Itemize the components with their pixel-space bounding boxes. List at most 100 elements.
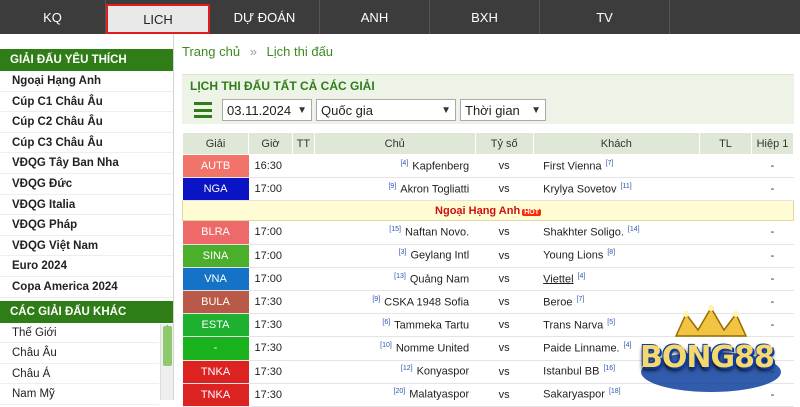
sidebar-item-ngoai-hang-anh[interactable]: Ngoại Hạng Anh: [0, 71, 173, 92]
tab-extra[interactable]: [670, 0, 800, 34]
away-rank: [16]: [603, 365, 616, 373]
away-team[interactable]: Young Lions [8]: [533, 244, 700, 268]
col-half1: Hiệp 1: [751, 132, 794, 155]
hot-league-row[interactable]: Ngoại Hạng Anh HOT: [182, 200, 794, 222]
away-team[interactable]: Krylya Sovetov [11]: [533, 177, 700, 202]
home-team-name[interactable]: Naftan Novo.: [405, 227, 469, 239]
home-team[interactable]: [9] Akron Togliatti: [314, 177, 476, 202]
half-time-score: -: [751, 177, 794, 202]
tab-du-doan[interactable]: DỰ ĐOÁN: [210, 0, 320, 34]
home-rank: [15]: [389, 226, 401, 234]
sidebar-item-chau-a[interactable]: Châu Á: [0, 364, 159, 385]
home-team-name[interactable]: Malatyaspor: [409, 389, 469, 401]
table-row[interactable]: BLRA 17:00 [15] Naftan Novo. vs Shakhter Soli…: [182, 220, 794, 245]
home-team-name[interactable]: Quảng Nam: [410, 273, 469, 285]
table-row[interactable]: AUTB 16:30 [4] Kapfenberg vs First Vienna [7] -: [182, 154, 794, 179]
sidebar-item-vdqg-italia[interactable]: VĐQG Italia: [0, 195, 173, 216]
away-team-name[interactable]: First Vienna: [543, 160, 602, 172]
table-row[interactable]: VNA 17:00 [13] Quảng Nam vs Viettel [4] -: [182, 267, 794, 291]
away-team-name[interactable]: Paide Linname.: [543, 343, 619, 355]
home-team-name[interactable]: Konyaspor: [417, 366, 470, 378]
hot-section: Ngoại Hạng Anh HOT: [182, 200, 794, 222]
scrollbar-thumb[interactable]: [163, 326, 172, 366]
table-row[interactable]: NGA 17:00 [9] Akron Togliatti vs Krylya Sovet…: [182, 177, 794, 202]
away-team[interactable]: Viettel [4]: [533, 267, 700, 291]
home-team[interactable]: [9] CSKA 1948 Sofia: [314, 290, 476, 315]
date-select[interactable]: 03.11.2024 ▼: [222, 99, 312, 121]
date-value: 03.11.2024: [227, 102, 292, 118]
list-icon[interactable]: [194, 102, 212, 118]
league-badge: NGA: [182, 177, 249, 202]
home-team[interactable]: [3] Geylang Intl: [314, 244, 476, 268]
home-team[interactable]: [15] Naftan Novo.: [314, 220, 476, 245]
home-team-name[interactable]: Geylang Intl: [410, 250, 469, 262]
match-status: [292, 267, 315, 291]
sidebar-item-vdqg-tay-ban-nha[interactable]: VĐQG Tây Ban Nha: [0, 153, 173, 174]
away-team-name[interactable]: Sakaryaspor: [543, 389, 605, 401]
match-time: 17:30: [248, 383, 293, 407]
sidebar-item-copa-america-2024[interactable]: Copa America 2024: [0, 277, 173, 298]
away-team-name[interactable]: Young Lions: [543, 250, 603, 262]
home-rank: [10]: [380, 342, 392, 350]
tab-kq[interactable]: KQ: [0, 0, 106, 34]
time-select[interactable]: Thời gian ▼: [460, 99, 546, 121]
country-select[interactable]: Quốc gia ▼: [316, 99, 456, 121]
away-team-name[interactable]: Shakhter Soligo.: [543, 227, 624, 239]
match-time: 17:00: [248, 244, 293, 268]
col-odds: TL: [699, 132, 752, 155]
match-score: vs: [475, 177, 534, 202]
sidebar-item-cup-c1[interactable]: Cúp C1 Châu Âu: [0, 92, 173, 113]
hot-league-label[interactable]: Ngoại Hạng Anh: [435, 205, 520, 217]
home-team[interactable]: [20] Malatyaspor: [314, 383, 476, 407]
home-team[interactable]: [12] Konyaspor: [314, 360, 476, 384]
home-team-name[interactable]: CSKA 1948 Sofia: [384, 296, 469, 308]
match-status: [292, 244, 315, 268]
sidebar-item-cup-c2[interactable]: Cúp C2 Châu Âu: [0, 112, 173, 133]
chevron-down-icon: ▼: [297, 104, 308, 116]
sidebar-scrollbar[interactable]: ▲: [160, 324, 173, 400]
sidebar-item-nam-my[interactable]: Nam Mỹ: [0, 384, 159, 405]
tab-anh[interactable]: ANH: [320, 0, 430, 34]
away-team[interactable]: Shakhter Soligo. [14]: [533, 220, 700, 245]
sidebar-item-vdqg-duc[interactable]: VĐQG Đức: [0, 174, 173, 195]
match-time: 16:30: [248, 154, 293, 179]
sidebar-item-chau-au[interactable]: Châu Âu: [0, 343, 159, 364]
home-team[interactable]: [4] Kapfenberg: [314, 154, 476, 179]
sidebar-item-the-gioi[interactable]: Thế Giới: [0, 323, 159, 344]
sidebar-item-euro-2024[interactable]: Euro 2024: [0, 256, 173, 277]
breadcrumb-home[interactable]: Trang chủ: [182, 44, 240, 59]
country-value: Quốc gia: [321, 102, 374, 118]
sidebar-item-cup-c3[interactable]: Cúp C3 Châu Âu: [0, 133, 173, 154]
home-team[interactable]: [13] Quảng Nam: [314, 267, 476, 291]
sidebar-item-vdqg-phap[interactable]: VĐQG Pháp: [0, 215, 173, 236]
tab-lich[interactable]: LICH: [106, 4, 210, 34]
col-home: Chủ: [313, 132, 476, 155]
other-leagues-list: Thế Giới Châu Âu Châu Á Nam Mỹ: [0, 323, 173, 405]
away-team-name[interactable]: Viettel: [543, 273, 573, 285]
away-team-name[interactable]: Beroe: [543, 296, 572, 308]
home-team-name[interactable]: Akron Togliatti: [400, 184, 469, 196]
sidebar-item-vdqg-viet-nam[interactable]: VĐQG Việt Nam: [0, 236, 173, 257]
table-row[interactable]: SINA 17:00 [3] Geylang Intl vs Young Lions [8]…: [182, 244, 794, 268]
home-team[interactable]: [10] Nomme United: [314, 336, 476, 361]
home-team-name[interactable]: Nomme United: [396, 343, 469, 355]
tab-tv[interactable]: TV: [540, 0, 670, 34]
brand-logo: BONG88: [636, 300, 786, 400]
filter-bar: 03.11.2024 ▼ Quốc gia ▼ Thời gian ▼: [182, 96, 794, 124]
chevron-down-icon: ▼: [441, 104, 451, 116]
home-team-name[interactable]: Tammeka Tartu: [394, 320, 469, 332]
away-team[interactable]: First Vienna [7]: [533, 154, 700, 179]
home-team[interactable]: [6] Tammeka Tartu: [314, 313, 476, 338]
away-team-name[interactable]: Trans Narva: [543, 320, 603, 332]
league-badge: -: [182, 336, 249, 361]
away-team-name[interactable]: Krylya Sovetov: [543, 184, 616, 196]
away-team-name[interactable]: Istanbul BB: [543, 366, 599, 378]
breadcrumb-current[interactable]: Lịch thi đấu: [267, 44, 334, 59]
hot-league-cell[interactable]: Ngoại Hạng Anh HOT: [182, 200, 794, 222]
odds: [699, 244, 752, 268]
home-team-name[interactable]: Kapfenberg: [412, 160, 469, 172]
match-time: 17:30: [248, 336, 293, 361]
tab-bxh[interactable]: BXH: [430, 0, 540, 34]
match-time: 17:30: [248, 360, 293, 384]
match-time: 17:30: [248, 290, 293, 315]
